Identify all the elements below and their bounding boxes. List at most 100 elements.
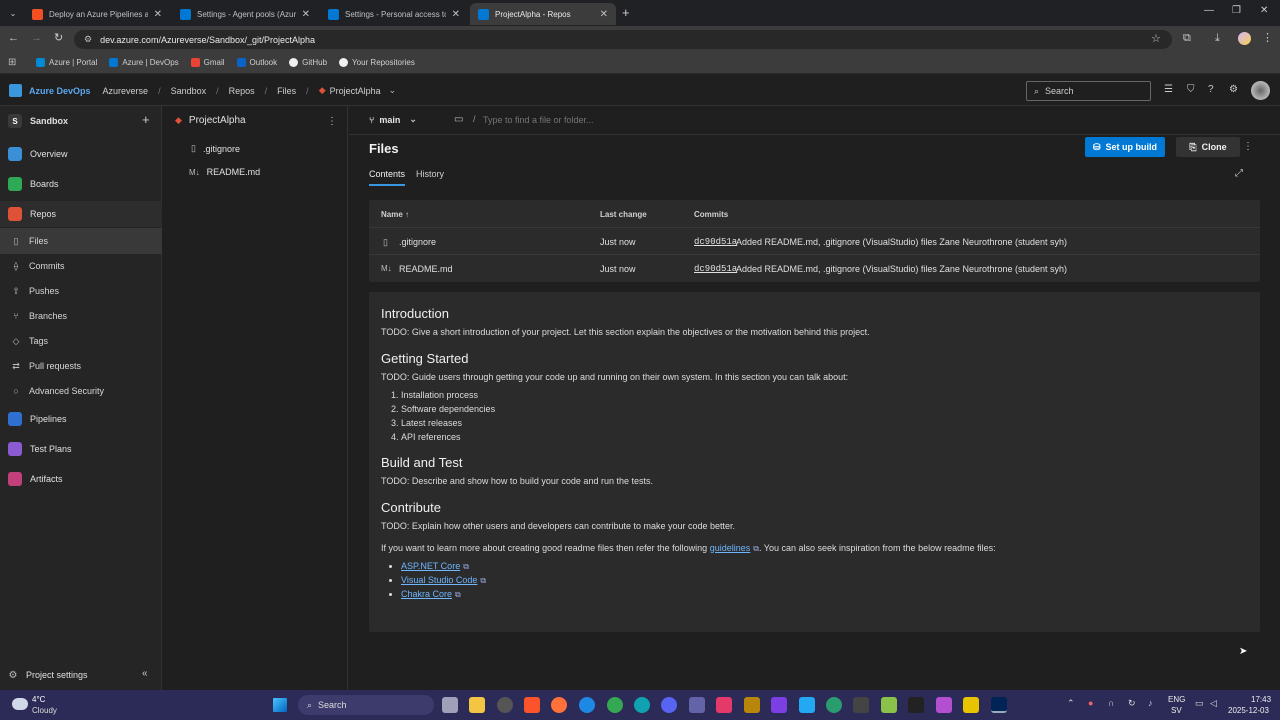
file-link[interactable]: .gitignore (399, 237, 436, 247)
app-icon[interactable] (936, 697, 952, 713)
nav-pushes[interactable]: ⇧ Pushes (0, 278, 162, 304)
vscode-icon[interactable] (799, 697, 815, 713)
setup-build-button[interactable]: ⛁ Set up build (1085, 137, 1165, 157)
jetbrains-icon[interactable] (716, 697, 732, 713)
extensions-icon[interactable]: ⧉ (1183, 32, 1191, 45)
bookmark-your-repositories[interactable]: Your Repositories (339, 58, 415, 67)
tray-chevron-icon[interactable]: ⌃ (1067, 698, 1075, 709)
new-tab-icon[interactable]: + (622, 5, 630, 20)
user-settings-icon[interactable]: ⚙ (1229, 84, 1238, 95)
breadcrumb-project[interactable]: Sandbox (171, 86, 207, 96)
close-tab-icon[interactable]: ✕ (600, 9, 608, 20)
chakra-core-link[interactable]: Chakra Core (401, 589, 452, 599)
bookmark-gmail[interactable]: Gmail (190, 58, 225, 67)
task-view-icon[interactable] (442, 697, 458, 713)
nav-artifacts[interactable]: Artifacts (0, 466, 162, 492)
visual-studio-icon[interactable] (771, 697, 787, 713)
thunderbird-icon[interactable] (579, 697, 595, 713)
tree-item-gitignore[interactable]: ▯ .gitignore (191, 143, 240, 154)
commit-hash-link[interactable]: dc90d51a (694, 264, 737, 274)
commit-hash-link[interactable]: dc90d51a (694, 237, 737, 247)
branch-selector[interactable]: ⑂ main ⌄ (369, 114, 417, 125)
path-find-input[interactable] (483, 112, 783, 128)
github-desktop-icon[interactable] (497, 697, 513, 713)
collapse-nav-icon[interactable]: « (142, 668, 148, 679)
table-row[interactable]: M↓ README.md Just now dc90d51a Added REA… (369, 254, 1260, 282)
language-indicator[interactable]: ENG (1168, 695, 1185, 704)
aspnet-core-link[interactable]: ASP.NET Core (401, 561, 460, 571)
breadcrumb-repos[interactable]: Repos (229, 86, 255, 96)
volume-icon[interactable]: ◁ (1210, 698, 1217, 709)
weather-label[interactable]: Cloudy (32, 706, 57, 715)
browser-menu-icon[interactable]: ⋮ (1262, 31, 1273, 44)
media-player-icon[interactable] (881, 697, 897, 713)
apps-grid-icon[interactable]: ⊞ (8, 57, 16, 68)
table-row[interactable]: ▯ .gitignore Just now dc90d51a Added REA… (369, 227, 1260, 255)
breadcrumb-files[interactable]: Files (277, 86, 296, 96)
browser-tab-pat[interactable]: Settings - Personal access token ✕ (320, 3, 468, 25)
headset-icon[interactable]: ∩ (1108, 698, 1114, 708)
network-icon[interactable]: ▭ (1195, 698, 1204, 709)
bookmark-azure-portal[interactable]: Azure | Portal (36, 58, 97, 67)
file-link[interactable]: README.md (399, 264, 453, 274)
nav-pipelines[interactable]: Pipelines (0, 406, 162, 432)
restore-icon[interactable]: ❐ (1232, 5, 1241, 16)
tab-contents[interactable]: Contents (369, 169, 406, 186)
terminal-icon[interactable] (853, 697, 869, 713)
clone-button[interactable]: ⎘ Clone (1176, 137, 1240, 157)
url-field[interactable]: ⚙ dev.azure.com/Azureverse/Sandbox/_git/… (74, 30, 1172, 49)
edge-icon[interactable] (634, 697, 650, 713)
nav-files[interactable]: ▯ Files (0, 228, 162, 254)
weather-temp[interactable]: 4°C (32, 695, 45, 704)
work-items-icon[interactable]: ☰ (1164, 84, 1173, 95)
back-icon[interactable]: ← (8, 32, 19, 44)
brave-icon[interactable] (524, 697, 540, 713)
powershell-icon[interactable] (991, 697, 1007, 713)
nav-pull-requests[interactable]: ⇄ Pull requests (0, 353, 162, 379)
column-name[interactable]: Name ↑ (381, 210, 409, 219)
guidelines-link[interactable]: guidelines (710, 543, 751, 553)
profile-avatar[interactable] (1238, 32, 1251, 45)
nav-overview[interactable]: Overview (0, 141, 162, 167)
brand-link[interactable]: Azure DevOps (29, 86, 91, 96)
browser-tab-projectalpha[interactable]: ProjectAlpha - Repos ✕ (470, 3, 616, 25)
tab-search-icon[interactable]: ⌄ (6, 6, 20, 20)
close-tab-icon[interactable]: ✕ (154, 9, 162, 20)
nav-test-plans[interactable]: Test Plans (0, 436, 162, 462)
user-avatar[interactable] (1251, 81, 1270, 100)
project-selector[interactable]: S Sandbox + (0, 108, 162, 134)
teams-icon[interactable] (689, 697, 705, 713)
browser-tab-deploy[interactable]: Deploy an Azure Pipelines age ✕ (24, 3, 170, 25)
breadcrumb-repo-selector[interactable]: ◆ ProjectAlpha ⌄ (319, 85, 397, 96)
minimize-icon[interactable]: — (1204, 5, 1214, 16)
nav-project-settings[interactable]: ⚙ Project settings « (0, 662, 162, 688)
bookmark-outlook[interactable]: Outlook (236, 58, 277, 67)
apple-tv-icon[interactable] (908, 697, 924, 713)
azure-devops-logo-icon[interactable] (9, 84, 22, 97)
tab-history[interactable]: History (416, 169, 444, 179)
discord-icon[interactable] (661, 697, 677, 713)
file-explorer-icon[interactable] (469, 697, 485, 713)
download-icon[interactable]: ⤓ (1215, 32, 1220, 45)
vscode-link[interactable]: Visual Studio Code (401, 575, 477, 585)
browser-tab-agent-pools[interactable]: Settings - Agent pools (Azureve ✕ (172, 3, 318, 25)
site-info-icon[interactable]: ⚙ (84, 34, 92, 45)
nav-boards[interactable]: Boards (0, 171, 162, 197)
nav-commits[interactable]: ⟠ Commits (0, 253, 162, 279)
nav-tags[interactable]: ◇ Tags (0, 328, 162, 354)
clock-date[interactable]: 2025-12-03 (1228, 706, 1269, 715)
bookmark-azure-devops[interactable]: Azure | DevOps (109, 58, 179, 67)
close-tab-icon[interactable]: ✕ (302, 9, 310, 20)
bookmark-star-icon[interactable]: ☆ (1151, 32, 1161, 45)
firefox-icon[interactable] (551, 697, 567, 713)
bookmark-github[interactable]: GitHub (289, 58, 327, 67)
close-tab-icon[interactable]: ✕ (452, 9, 460, 20)
taskbar-search[interactable]: ⌕ Search (298, 695, 434, 715)
microphone-icon[interactable]: ♪ (1148, 698, 1153, 708)
add-icon[interactable]: + (142, 112, 150, 127)
help-icon[interactable]: ? (1208, 84, 1214, 95)
close-window-icon[interactable]: ✕ (1260, 5, 1268, 16)
chrome-icon[interactable] (607, 697, 623, 713)
webstorm-icon[interactable] (744, 697, 760, 713)
nav-repos[interactable]: Repos (0, 201, 162, 227)
